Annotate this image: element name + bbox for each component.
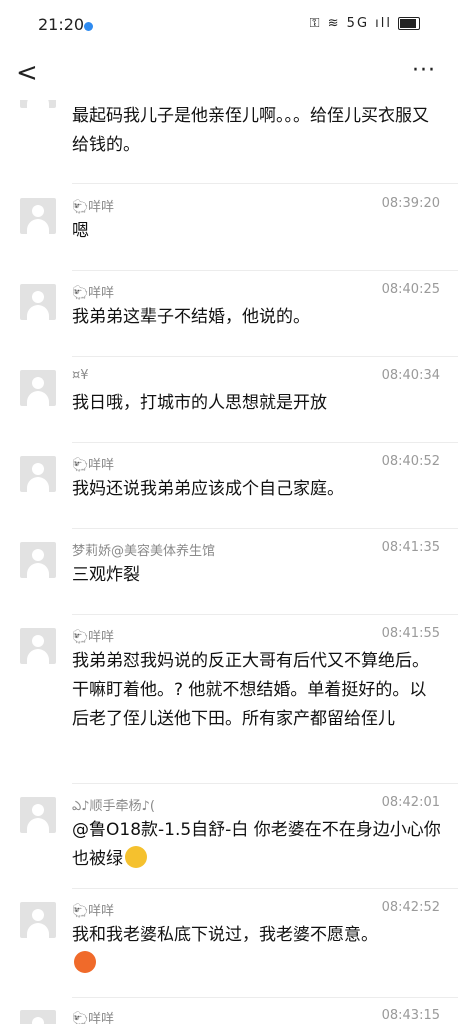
message-item: 🐑咩咩 08:42:52 我和我老婆私底下说过，我老婆不愿意。 (0, 896, 458, 996)
avatar[interactable] (20, 542, 56, 578)
message-text-content: 我和我老婆私底下说过，我老婆不愿意。 (72, 925, 378, 945)
sender-name[interactable]: 🐑咩咩 (72, 1008, 114, 1024)
more-menu-button[interactable]: ··· (412, 58, 436, 83)
message-text: 最起码我儿子是他亲侄儿啊。。。给侄儿买衣服又给钱的。 (72, 106, 429, 155)
message-item: 🐑咩咩 08:40:25 我弟弟这辈子不结婚，他说的。 (0, 278, 458, 358)
avatar[interactable] (20, 1010, 56, 1024)
status-icons-text: ⚿ ≋ 5G ıll (309, 16, 392, 31)
message-time: 08:42:01 (381, 795, 440, 810)
message-text: 嗯 (72, 221, 89, 241)
message-text: 我妈还说我弟弟应该成个自己家庭。 (72, 479, 344, 499)
message-item: ¤¥ 08:40:34 我日哦，打城市的人思想就是开放 (0, 364, 458, 444)
avatar[interactable] (20, 198, 56, 234)
message-time: 08:43:15 (381, 1008, 440, 1023)
status-icons: ⚿ ≋ 5G ıll (310, 16, 420, 31)
message-time: 08:40:52 (381, 454, 440, 469)
message-time: 08:39:20 (381, 196, 440, 211)
message-text: 我日哦，打城市的人思想就是开放 (72, 393, 327, 413)
divider (72, 614, 458, 615)
avatar[interactable] (20, 370, 56, 406)
notification-dot-icon (84, 22, 93, 31)
message-text: 我弟弟怼我妈说的反正大哥有后代又不算绝后。干嘛盯着他。? 他就不想结婚。单着挺好… (72, 651, 429, 729)
message-text: @鲁O18款-1.5自舒-白 你老婆在不在身边小心你也被绿 (72, 816, 442, 874)
divider (72, 442, 458, 443)
battery-icon (398, 17, 420, 30)
avatar[interactable] (20, 628, 56, 664)
sender-name[interactable]: 梦莉娇@美容美体养生馆 (72, 540, 215, 559)
divider (72, 783, 458, 784)
message-item: 🐑咩咩 08:41:55 我弟弟怼我妈说的反正大哥有后代又不算绝后。干嘛盯着他。… (0, 622, 458, 782)
message-time: 08:41:55 (381, 626, 440, 641)
angry-emoji-icon (74, 951, 96, 973)
message-text: 我弟弟这辈子不结婚，他说的。 (72, 307, 310, 327)
sender-name[interactable]: ఎ♪顺手牵杨♪( (72, 795, 155, 817)
divider (72, 356, 458, 357)
divider (72, 270, 458, 271)
back-button[interactable]: < (16, 58, 38, 88)
message-time: 08:40:34 (381, 368, 440, 383)
avatar[interactable] (20, 100, 56, 108)
avatar[interactable] (20, 797, 56, 833)
nav-bar: < ··· (0, 50, 458, 100)
status-time: 21:20 (38, 15, 85, 34)
message-feed[interactable]: 最起码我儿子是他亲侄儿啊。。。给侄儿买衣服又给钱的。 🐑咩咩 08:39:20 … (0, 100, 458, 1024)
message-time: 08:41:35 (381, 540, 440, 555)
message-item: 🐑咩咩 08:40:52 我妈还说我弟弟应该成个自己家庭。 (0, 450, 458, 530)
message-text: 我和我老婆私底下说过，我老婆不愿意。 (72, 921, 442, 979)
sender-name[interactable]: ¤¥ (72, 368, 89, 383)
sender-name[interactable]: 🐑咩咩 (72, 282, 114, 301)
status-bar: 21:20 ⚿ ≋ 5G ıll (0, 0, 458, 50)
message-item: 🐑咩咩 08:39:20 嗯 (0, 192, 458, 272)
laughing-crying-emoji-icon (125, 846, 147, 868)
message-item: 梦莉娇@美容美体养生馆 08:41:35 三观炸裂 (0, 536, 458, 616)
avatar[interactable] (20, 284, 56, 320)
message-time: 08:40:25 (381, 282, 440, 297)
message-item: 最起码我儿子是他亲侄儿啊。。。给侄儿买衣服又给钱的。 (0, 100, 458, 166)
sender-name[interactable]: 🐑咩咩 (72, 196, 114, 215)
divider (72, 183, 458, 184)
sender-name[interactable]: 🐑咩咩 (72, 454, 114, 473)
divider (72, 997, 458, 998)
sender-name[interactable]: 🐑咩咩 (72, 626, 114, 645)
message-time: 08:42:52 (381, 900, 440, 915)
avatar[interactable] (20, 902, 56, 938)
divider (72, 888, 458, 889)
avatar[interactable] (20, 456, 56, 492)
sender-name[interactable]: 🐑咩咩 (72, 900, 114, 919)
message-item: ఎ♪顺手牵杨♪( 08:42:01 @鲁O18款-1.5自舒-白 你老婆在不在身… (0, 791, 458, 891)
message-item: 🐑咩咩 08:43:15 (0, 1004, 458, 1024)
message-text: 三观炸裂 (72, 565, 140, 585)
divider (72, 528, 458, 529)
